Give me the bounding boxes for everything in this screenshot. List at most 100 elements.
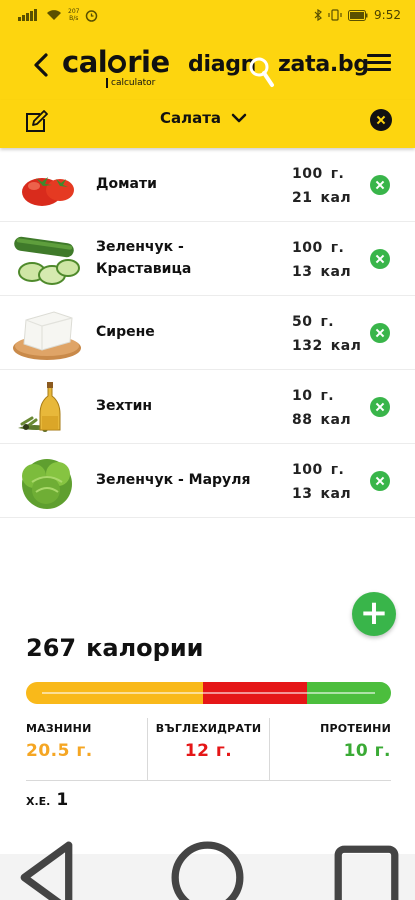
calories-unit: кал <box>320 190 352 206</box>
signal-icon <box>18 9 37 21</box>
circle-home-icon[interactable] <box>159 829 256 900</box>
hamburger-menu-icon[interactable] <box>367 54 391 72</box>
macro-bar-segment-protein <box>307 682 391 704</box>
magnifier-icon <box>249 57 274 87</box>
food-name-text: Зеленчук - Краставица <box>96 239 192 277</box>
wifi-icon <box>47 10 61 20</box>
food-quantity: 100 г. <box>292 236 362 260</box>
calories-unit: кал <box>320 412 352 428</box>
food-calories: 13 кал <box>292 482 362 506</box>
logo-text-l: l <box>97 45 108 79</box>
back-button[interactable] <box>30 52 54 78</box>
macro-value: 10 г. <box>343 741 391 761</box>
total-calories-value: 267 <box>26 634 77 662</box>
food-name-text: Сирене <box>96 324 155 340</box>
logo-subtitle: calculator <box>106 78 155 88</box>
macro-label: ПРОТЕИНИ <box>320 722 391 735</box>
quantity-value: 100 <box>292 166 323 182</box>
bluetooth-icon <box>314 9 322 21</box>
calories-value: 132 <box>292 338 323 354</box>
menu-bar <box>367 54 391 57</box>
food-row[interactable]: Зеленчук - Краставица 100 г. 13 кал <box>0 222 415 296</box>
square-recents-icon[interactable] <box>318 829 415 900</box>
tomatoes-image <box>22 177 74 206</box>
brand-logo[interactable]: diagn zata.bg <box>188 52 369 77</box>
divider <box>26 780 391 781</box>
food-row[interactable]: Сирене 50 г. 132 кал <box>0 296 415 370</box>
triangle-back-icon[interactable] <box>0 829 97 900</box>
food-row[interactable]: Зеленчук - Маруля 100 г. 13 кал <box>0 444 415 518</box>
quantity-unit: г. <box>320 314 335 330</box>
food-row[interactable]: Домати 100 г. 21 кал <box>0 148 415 222</box>
calories-value: 21 <box>292 190 313 206</box>
food-name: Зехтин <box>96 384 276 428</box>
app-header: cal rie calculator diagn zata.bg <box>0 30 415 100</box>
food-name: Домати <box>96 162 276 206</box>
meal-selector[interactable]: Салата <box>160 107 247 129</box>
food-calories: 132 кал <box>292 334 362 358</box>
quantity-unit: г. <box>320 388 335 404</box>
food-calories: 88 кал <box>292 408 362 432</box>
clear-meal-button[interactable] <box>370 109 392 131</box>
quantity-unit: г. <box>330 166 345 182</box>
quantity-value: 50 <box>292 314 313 330</box>
menu-bar <box>367 68 391 71</box>
meal-name: Салата <box>160 109 222 127</box>
macro-label: ВЪГЛЕХИДРАТИ <box>155 722 262 735</box>
remove-food-button[interactable] <box>370 471 390 491</box>
lettuce-image <box>22 459 72 509</box>
calories-value: 13 <box>292 486 313 502</box>
calories-value: 88 <box>292 412 313 428</box>
food-amount: 100 г. 13 кал <box>292 458 362 506</box>
network-speed-value: 207 <box>68 8 80 15</box>
quantity-value: 10 <box>292 388 313 404</box>
macro-distribution-bar <box>26 682 391 704</box>
macro-protein: ПРОТЕИНИ 10 г. <box>269 718 391 780</box>
food-list: Домати 100 г. 21 кал Зеленчук - Краставица… <box>0 148 415 518</box>
system-nav-bar <box>0 841 415 900</box>
vibrate-icon <box>328 9 342 21</box>
food-name: Зеленчук - Краставица <box>96 236 276 280</box>
remove-food-button[interactable] <box>370 323 390 343</box>
food-name-text: Зеленчук - Маруля <box>96 472 251 488</box>
food-calories: 21 кал <box>292 186 362 210</box>
calories-value: 13 <box>292 264 313 280</box>
food-name-text: Зехтин <box>96 398 153 414</box>
calories-unit: кал <box>320 264 352 280</box>
food-row[interactable]: Зехтин 10 г. 88 кал <box>0 370 415 444</box>
menu-bar <box>367 61 391 64</box>
food-calories: 13 кал <box>292 260 362 284</box>
food-amount: 10 г. 88 кал <box>292 384 362 432</box>
calorie-calculator-logo: cal rie calculator <box>62 47 170 91</box>
brand-text-start: diagn <box>188 52 257 77</box>
clock: 9:52 <box>374 8 401 22</box>
network-speed-unit: B/s <box>69 15 79 22</box>
bread-units-label: Х.Е. <box>26 795 51 808</box>
logo-text-start: ca <box>62 45 98 79</box>
logo-text-end: rie <box>127 45 170 79</box>
total-calories: 267 калории <box>26 634 203 662</box>
food-amount: 100 г. 21 кал <box>292 162 362 210</box>
remove-food-button[interactable] <box>370 249 390 269</box>
macro-fat: МАЗНИНИ 20.5 г. <box>26 718 147 780</box>
network-speed: 207 B/s <box>68 8 79 22</box>
macros-breakdown: МАЗНИНИ 20.5 г. ВЪГЛЕХИДРАТИ 12 г. ПРОТЕ… <box>26 718 391 780</box>
add-food-button[interactable]: + <box>352 592 396 636</box>
remove-food-button[interactable] <box>370 397 390 417</box>
food-quantity: 50 г. <box>292 310 362 334</box>
status-bar: 207 B/s 9:52 <box>0 0 415 30</box>
logo-wordmark: cal rie <box>62 47 170 77</box>
cucumber-image <box>14 236 80 285</box>
quantity-unit: г. <box>330 240 345 256</box>
chevron-down-icon <box>231 113 247 123</box>
remove-food-button[interactable] <box>370 175 390 195</box>
macro-bar-segment-carbs <box>203 682 308 704</box>
quantity-value: 100 <box>292 462 323 478</box>
macro-carbs: ВЪГЛЕХИДРАТИ 12 г. <box>147 718 269 780</box>
edit-icon[interactable] <box>24 110 48 134</box>
status-right: 9:52 <box>314 8 401 22</box>
macro-label: МАЗНИНИ <box>26 722 92 735</box>
bread-units: Х.Е. 1 <box>26 790 68 810</box>
brand-text-end: zata.bg <box>278 52 369 77</box>
meal-toolbar: Салата <box>0 100 415 148</box>
